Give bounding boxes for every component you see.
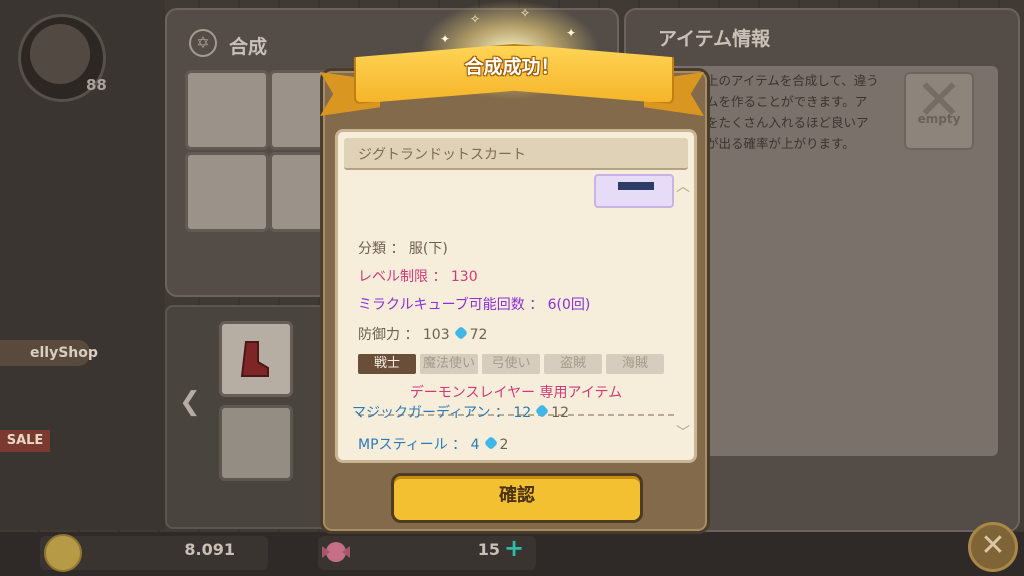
close-button[interactable]: ✕ — [968, 522, 1018, 572]
description-line: をたくさん入れるほど良いア — [706, 115, 869, 130]
item-name-bar: ジグトランドットスカート — [344, 138, 688, 170]
empty-result-slot: ✕ empty — [904, 72, 974, 150]
description-line: 上のアイテムを合成して、違う — [706, 73, 879, 88]
confirm-button[interactable]: 確認 — [391, 473, 643, 523]
mp-steal-value: MPスティール ： 4 — [358, 437, 480, 453]
sparkle-icon: ✦ — [440, 32, 451, 46]
synthesis-slot[interactable] — [185, 152, 269, 232]
gem-icon — [483, 435, 498, 451]
inventory-slot[interactable] — [219, 321, 293, 397]
gem-icon — [535, 403, 550, 419]
synthesis-title: 合成 — [229, 36, 268, 58]
meso-amount: 8.091 — [184, 540, 235, 559]
left-sidebar: 88 ellyShop SALE — [0, 0, 165, 530]
sparkle-icon: ✧ — [520, 6, 531, 20]
job-tag-pirate: 海賊 — [606, 354, 664, 374]
sale-badge[interactable]: SALE — [0, 430, 50, 452]
magic-guardian-value: マジックガーディアン ： 12 — [352, 405, 532, 421]
item-category: 分類 ： 服(下) — [358, 241, 448, 257]
job-tag-archer: 弓使い — [482, 354, 540, 374]
item-thumbnail — [594, 174, 674, 208]
defense-bonus: 72 — [469, 327, 488, 343]
item-info-title: アイテム情報 — [658, 28, 771, 50]
candy-icon — [322, 542, 350, 562]
scroll-down-icon[interactable]: ﹀ — [676, 422, 690, 442]
shop-banner[interactable]: ellyShop — [0, 340, 98, 366]
job-tag-magician: 魔法使い — [420, 354, 478, 374]
magic-guardian-stat: マジックガーディアン ： 12 12 — [352, 402, 569, 422]
description-line: が出る確率が上がります。 — [706, 136, 855, 151]
sparkle-icon: ✦ — [566, 26, 577, 40]
defense-value: 防御力 ： 103 — [358, 327, 450, 343]
magic-guardian-bonus: 12 — [551, 405, 570, 421]
hexagram-icon: ✡ — [189, 29, 217, 57]
defense-stat: 防御力 ： 103 72 — [358, 324, 487, 344]
job-tag-warrior: 戦士 — [358, 354, 416, 374]
gem-icon — [453, 325, 468, 341]
item-info-description: 上のアイテムを合成して、違う ムを作ることができます。ア をたくさん入れるほど良… — [706, 70, 901, 154]
success-banner-text: 合成成功！ — [464, 56, 560, 78]
mp-steal-bonus: 2 — [499, 437, 509, 453]
miracle-cube-count: ミラクルキューブ可能回数 ： 6(0回) — [358, 297, 591, 313]
description-line: ムを作ることができます。ア — [706, 94, 868, 109]
inventory-panel: ❮ — [165, 305, 344, 529]
sparkle-icon: ✧ — [470, 12, 481, 26]
synthesis-success-dialog: ジグトランドットスカート ︿ ﹀ 分類 ： 服(下) レベル制限 ： 130 ミ… — [320, 68, 710, 534]
character-portrait-icon — [30, 24, 90, 84]
scroll-up-icon[interactable]: ︿ — [676, 176, 690, 196]
chevron-left-icon[interactable]: ❮ — [179, 387, 201, 417]
candy-amount: 15 — [477, 540, 500, 559]
mp-steal-stat: MPスティール ： 4 2 — [358, 434, 508, 454]
exclusive-class: デーモンスレイヤー 専用アイテム — [409, 385, 623, 401]
item-level-requirement: レベル制限 ： 130 — [358, 269, 478, 285]
skirt-icon — [618, 182, 654, 190]
synthesis-slot[interactable] — [185, 70, 269, 150]
inventory-slot[interactable] — [219, 405, 293, 481]
item-name: ジグトランドットスカート — [358, 147, 526, 163]
boots-icon — [240, 341, 269, 377]
player-level: 88 — [86, 76, 107, 94]
meso-coin-icon — [44, 534, 82, 572]
job-tag-thief: 盗賊 — [544, 354, 602, 374]
add-candy-button[interactable]: + — [504, 536, 524, 560]
